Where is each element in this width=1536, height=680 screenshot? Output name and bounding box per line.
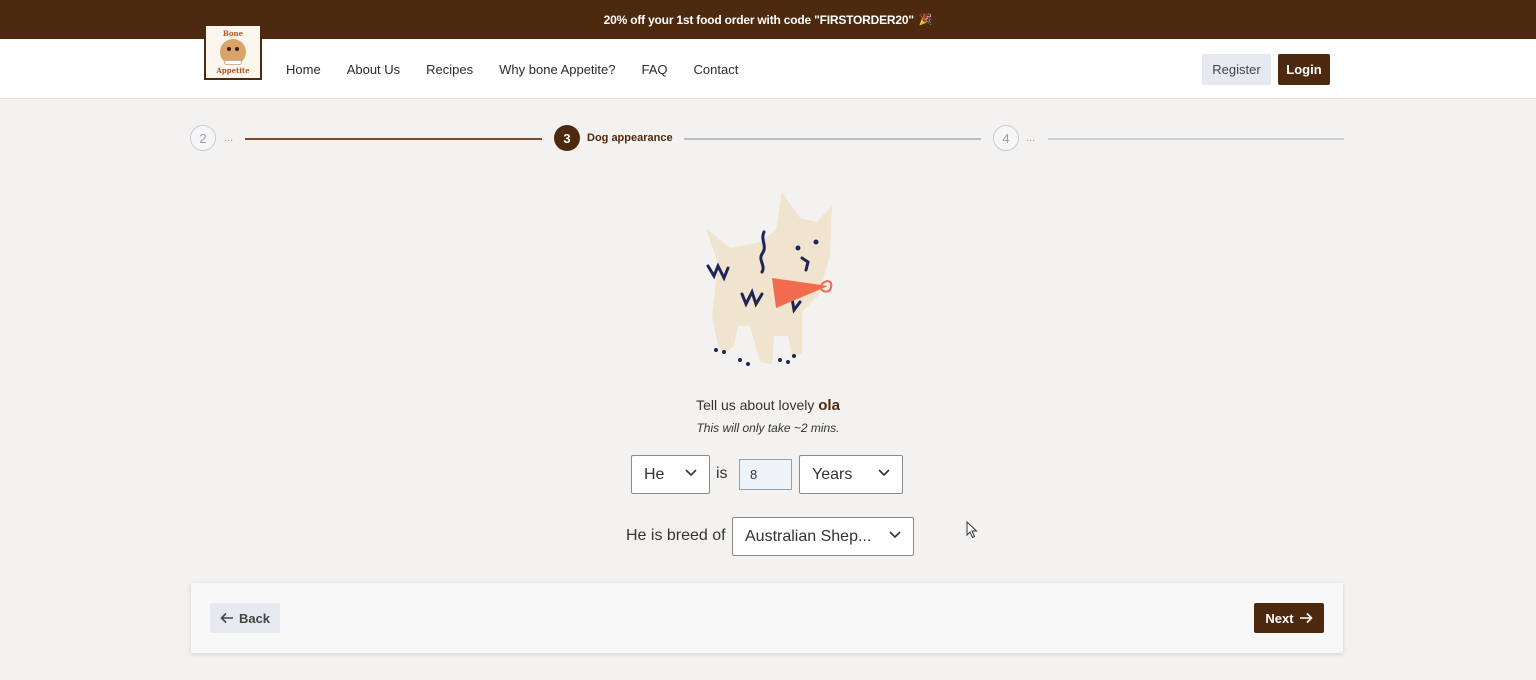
nav-contact[interactable]: Contact bbox=[694, 62, 739, 77]
step-4-circle[interactable]: 4 bbox=[993, 125, 1019, 151]
dog-illustration bbox=[706, 192, 833, 366]
arrow-right-icon bbox=[1299, 612, 1313, 624]
nav-recipes[interactable]: Recipes bbox=[426, 62, 473, 77]
age-unit-select-value: Years bbox=[812, 465, 853, 483]
nav-about-us[interactable]: About Us bbox=[347, 62, 400, 77]
step-3-circle: 3 bbox=[554, 125, 580, 151]
nav-faq[interactable]: FAQ bbox=[642, 62, 668, 77]
step-2-circle[interactable]: 2 bbox=[190, 125, 216, 151]
nav-home[interactable]: Home bbox=[286, 62, 321, 77]
bone-icon bbox=[224, 60, 242, 65]
chevron-down-icon bbox=[685, 469, 697, 477]
age-input[interactable]: 8 bbox=[739, 459, 792, 490]
mouse-cursor-icon bbox=[966, 521, 978, 539]
step-4-label: ... bbox=[1026, 132, 1036, 144]
wizard-footer: Back Next bbox=[191, 583, 1343, 653]
breed-label: He is breed of bbox=[626, 527, 726, 544]
main-nav: Home About Us Recipes Why bone Appetite?… bbox=[286, 39, 764, 99]
logo-text-bottom: Appetite bbox=[216, 66, 250, 75]
login-button[interactable]: Login bbox=[1278, 54, 1330, 85]
back-button-label: Back bbox=[238, 610, 271, 626]
dog-name: ola bbox=[818, 397, 840, 414]
time-estimate-note: This will only take ~2 mins. bbox=[696, 421, 840, 435]
next-button[interactable]: Next bbox=[1254, 603, 1324, 633]
pronoun-select-value: He bbox=[644, 465, 665, 483]
chevron-down-icon bbox=[889, 531, 901, 539]
step-2-label: ... bbox=[224, 132, 234, 144]
is-text: is bbox=[716, 465, 728, 482]
back-button[interactable]: Back bbox=[210, 603, 280, 633]
promo-text: 20% off your 1st food order with code "F… bbox=[603, 12, 914, 27]
intro-prefix: Tell us about lovely bbox=[696, 397, 819, 413]
register-button[interactable]: Register bbox=[1202, 54, 1271, 85]
breed-select[interactable]: Australian Shep... bbox=[732, 517, 914, 556]
progress-stepper: 2 ... 3 Dog appearance 4 ... bbox=[0, 125, 1536, 153]
step-connector-completed bbox=[245, 138, 542, 140]
nav-why-bone-appetite[interactable]: Why bone Appetite? bbox=[499, 62, 615, 77]
logo-text-top: Bone bbox=[222, 29, 244, 38]
site-logo[interactable]: Bone Appetite bbox=[204, 24, 262, 80]
next-button-label: Next bbox=[1265, 610, 1294, 626]
breed-select-value: Australian Shep... bbox=[745, 527, 872, 545]
step-connector-upcoming-2 bbox=[1048, 138, 1344, 140]
step-3-label: Dog appearance bbox=[587, 132, 673, 144]
chevron-down-icon bbox=[878, 469, 890, 477]
pronoun-select[interactable]: He bbox=[631, 455, 710, 494]
arrow-left-icon bbox=[220, 612, 233, 624]
intro-heading: Tell us about lovely ola bbox=[0, 397, 1536, 414]
party-popper-icon: 🎉 bbox=[918, 14, 933, 26]
age-unit-select[interactable]: Years bbox=[799, 455, 903, 494]
step-connector-upcoming bbox=[684, 138, 981, 140]
